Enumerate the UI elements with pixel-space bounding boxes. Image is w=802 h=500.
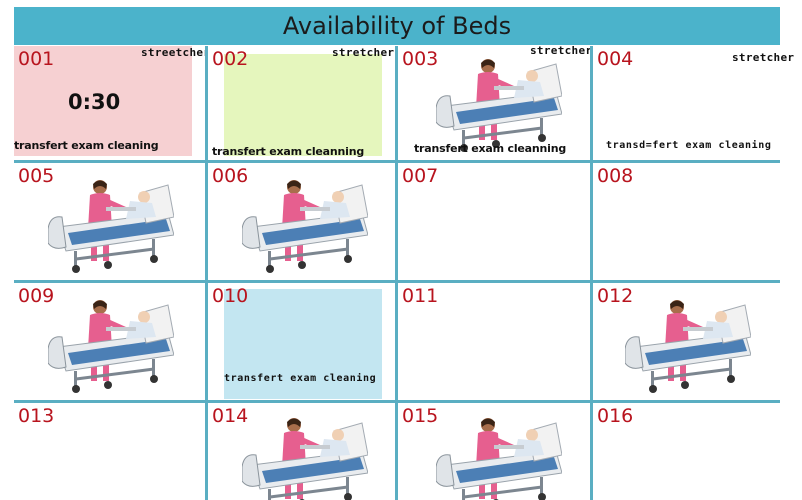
- bed-cell-015[interactable]: 015: [398, 403, 590, 500]
- stretcher-label[interactable]: stretcher: [530, 46, 590, 57]
- bed-number: 013: [18, 405, 55, 427]
- action-labels[interactable]: transfert exam cleaning: [14, 139, 159, 152]
- bed-cell-006[interactable]: 006: [208, 163, 395, 280]
- timer-display: 0:30: [68, 90, 121, 114]
- bed-cell-012[interactable]: 012: [593, 283, 802, 400]
- bed-cell-014[interactable]: 014: [208, 403, 395, 500]
- bed-number: 003: [402, 48, 439, 70]
- nurse-patient-bed-illustration: [242, 178, 368, 275]
- bed-cell-004[interactable]: 004 stretcher transd=fert exam cleaning: [593, 46, 802, 160]
- bed-cell-002[interactable]: 002 stretcher transfert exam cleanning: [208, 46, 395, 160]
- bed-number: 011: [402, 285, 439, 307]
- bed-number: 010: [212, 285, 249, 307]
- bed-cell-013[interactable]: 013: [14, 403, 205, 500]
- nurse-patient-bed-illustration: [436, 57, 562, 152]
- bed-cell-008[interactable]: 008: [593, 163, 802, 280]
- action-labels[interactable]: transd=fert exam cleaning: [606, 140, 772, 151]
- bed-cell-003[interactable]: 003 stretcher transfert exam cleanning: [398, 46, 590, 160]
- bed-cell-016[interactable]: 016: [593, 403, 802, 500]
- page-title-banner: Availability of Beds: [14, 7, 780, 45]
- bed-number: 008: [597, 165, 634, 187]
- bed-number: 004: [597, 48, 634, 70]
- bed-cell-011[interactable]: 011: [398, 283, 590, 400]
- action-labels[interactable]: transfert exam cleanning: [212, 145, 364, 158]
- bed-cell-009[interactable]: 009: [14, 283, 205, 400]
- action-labels[interactable]: transfert exam cleanning: [414, 142, 566, 155]
- bed-cell-005[interactable]: 005: [14, 163, 205, 280]
- bed-cell-001[interactable]: 001 streetcher 0:30 transfert exam clean…: [14, 46, 205, 160]
- stretcher-label[interactable]: stretcher: [732, 51, 794, 64]
- bed-number: 007: [402, 165, 439, 187]
- stretcher-label[interactable]: stretcher: [332, 46, 394, 59]
- bed-number: 015: [402, 405, 439, 427]
- bed-cell-010[interactable]: 010 transfert exam cleaning: [208, 283, 395, 400]
- nurse-patient-bed-illustration: [48, 298, 174, 395]
- bed-number: 016: [597, 405, 634, 427]
- bed-number: 002: [212, 48, 249, 70]
- nurse-patient-bed-illustration: [625, 298, 751, 395]
- bed-cell-007[interactable]: 007: [398, 163, 590, 280]
- action-labels[interactable]: transfert exam cleaning: [224, 373, 376, 384]
- nurse-patient-bed-illustration: [48, 178, 174, 275]
- stretcher-label[interactable]: streetcher: [141, 46, 205, 59]
- nurse-patient-bed-illustration: [242, 416, 368, 500]
- page-title: Availability of Beds: [282, 12, 512, 40]
- nurse-patient-bed-illustration: [436, 416, 562, 500]
- bed-number: 001: [18, 48, 55, 70]
